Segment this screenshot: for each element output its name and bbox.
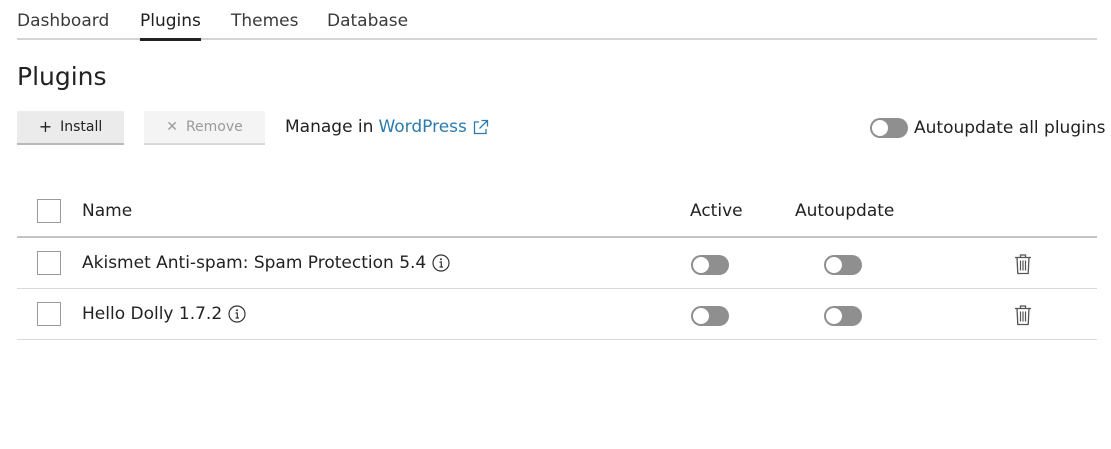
toggle-knob bbox=[693, 308, 709, 324]
autoupdate-toggle[interactable] bbox=[824, 255, 862, 275]
autoupdate-all-label: Autoupdate all plugins bbox=[914, 118, 1106, 138]
toggle-knob bbox=[826, 308, 842, 324]
table-row-name: Hello Dolly 1.7.2 bbox=[82, 304, 246, 324]
column-header-autoupdate: Autoupdate bbox=[795, 201, 895, 221]
active-toggle[interactable] bbox=[691, 306, 729, 326]
manage-in-wordpress: Manage in WordPress bbox=[285, 117, 489, 137]
column-header-name[interactable]: Name bbox=[82, 201, 132, 221]
trash-icon[interactable] bbox=[1014, 304, 1032, 326]
row-divider bbox=[17, 339, 1097, 340]
active-toggle[interactable] bbox=[691, 255, 729, 275]
autoupdate-toggle[interactable] bbox=[824, 306, 862, 326]
autoupdate-all-toggle[interactable] bbox=[870, 118, 908, 138]
row-checkbox[interactable] bbox=[37, 251, 61, 275]
table-header-divider bbox=[17, 236, 1097, 238]
install-button-label: Install bbox=[60, 119, 103, 135]
info-icon[interactable] bbox=[228, 305, 246, 323]
row-divider bbox=[17, 288, 1097, 289]
info-icon[interactable] bbox=[432, 254, 450, 272]
toggle-knob bbox=[693, 257, 709, 273]
autoupdate-all-control: Autoupdate all plugins bbox=[870, 118, 1105, 138]
manage-prefix: Manage in bbox=[285, 117, 374, 137]
select-all-checkbox[interactable] bbox=[37, 199, 61, 223]
external-link-icon[interactable] bbox=[472, 119, 489, 136]
install-button[interactable]: + Install bbox=[17, 111, 124, 145]
toggle-knob bbox=[826, 257, 842, 273]
tab-bar: Dashboard Plugins Themes Database bbox=[17, 0, 1097, 41]
tab-themes[interactable]: Themes bbox=[231, 11, 299, 31]
tab-plugins[interactable]: Plugins bbox=[140, 11, 201, 41]
page-title: Plugins bbox=[17, 62, 107, 91]
close-icon: ✕ bbox=[166, 119, 178, 135]
column-header-active: Active bbox=[690, 201, 743, 221]
plugin-name: Akismet Anti-spam: Spam Protection 5.4 bbox=[82, 253, 427, 273]
remove-button-label: Remove bbox=[185, 119, 243, 135]
toggle-knob bbox=[872, 120, 888, 136]
remove-button[interactable]: ✕ Remove bbox=[144, 111, 265, 145]
tab-dashboard[interactable]: Dashboard bbox=[17, 11, 109, 31]
plus-icon: + bbox=[38, 117, 53, 136]
row-checkbox[interactable] bbox=[37, 302, 61, 326]
table-row-name: Akismet Anti-spam: Spam Protection 5.4 bbox=[82, 253, 450, 273]
tab-database[interactable]: Database bbox=[327, 11, 408, 31]
trash-icon[interactable] bbox=[1014, 253, 1032, 275]
plugin-name: Hello Dolly 1.7.2 bbox=[82, 304, 223, 324]
wordpress-link[interactable]: WordPress bbox=[378, 117, 466, 137]
